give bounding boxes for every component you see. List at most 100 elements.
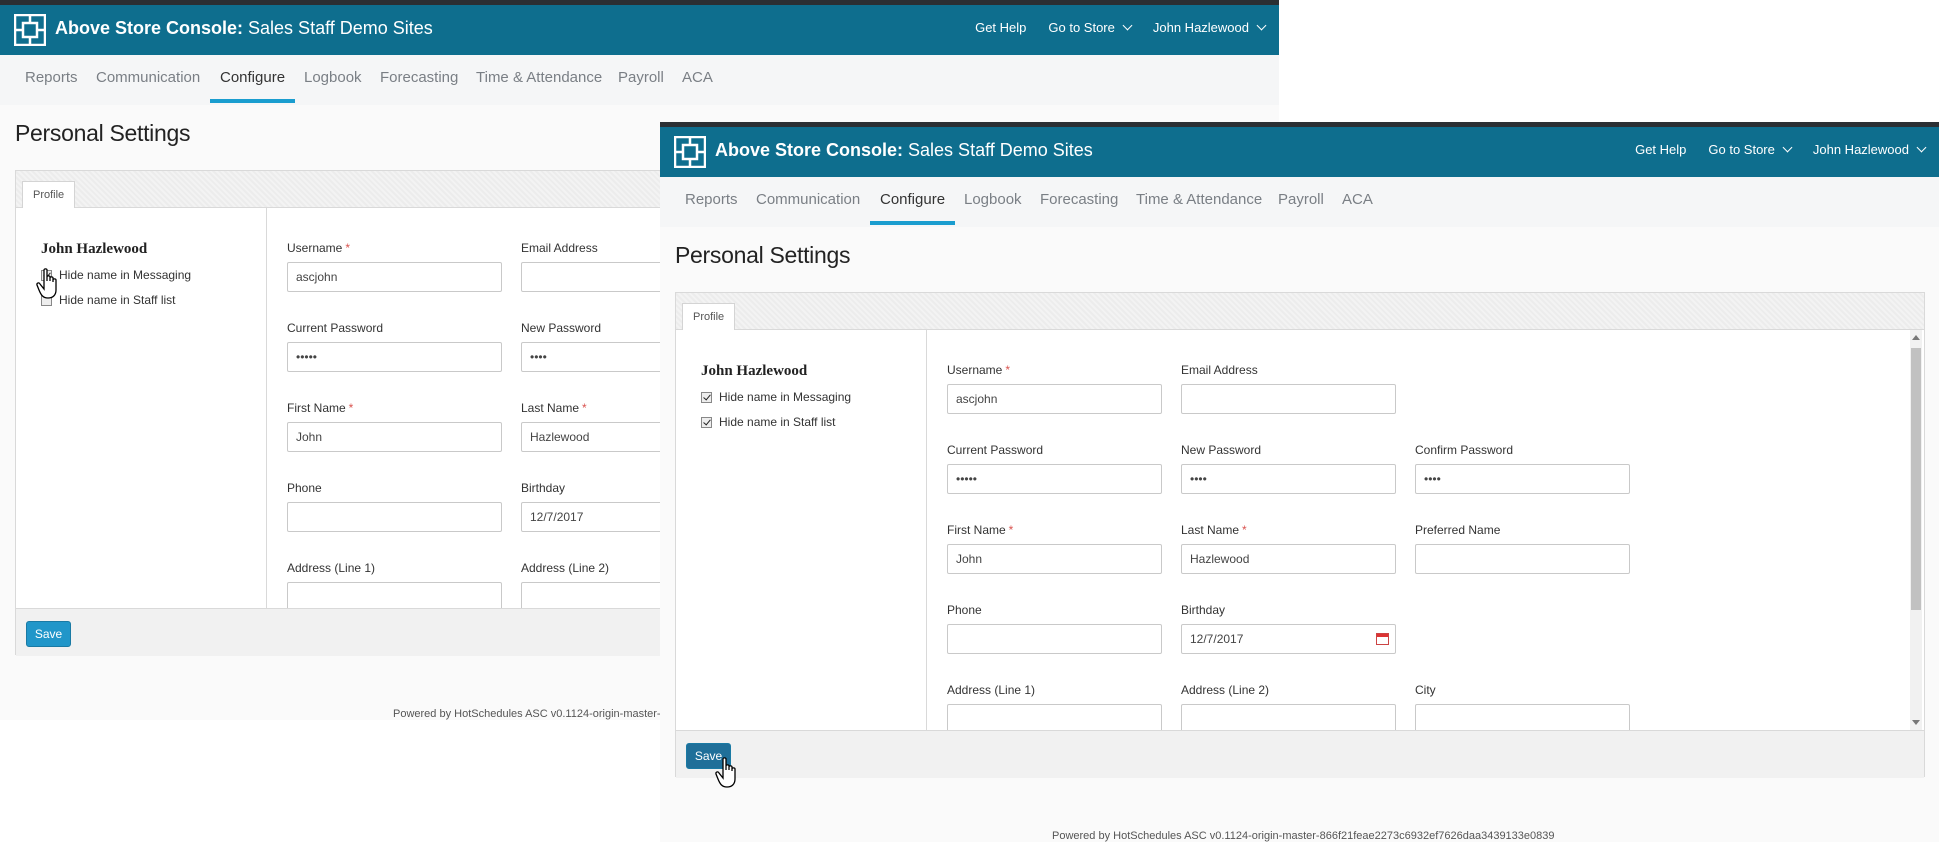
app-logo-icon <box>14 14 46 46</box>
page-title: Personal Settings <box>675 242 851 268</box>
hide-staff-checkbox[interactable] <box>701 416 712 428</box>
tab-reports[interactable]: Reports <box>15 69 88 103</box>
last-name-field: Last Name * Hazlewood <box>1181 523 1396 574</box>
tab-logbook[interactable]: Logbook <box>294 69 372 103</box>
tab-logbook[interactable]: Logbook <box>954 191 1032 225</box>
tab-payroll[interactable]: Payroll <box>1268 191 1334 225</box>
address2-label: Address (Line 2) <box>1181 683 1270 697</box>
birthday-input[interactable]: 12/7/2017 <box>1181 624 1396 654</box>
foreground-window: Above Store Console: Sales Staff Demo Si… <box>660 122 1939 842</box>
phone-input[interactable] <box>947 624 1162 654</box>
current-password-field: Current Password ••••• <box>287 321 502 372</box>
calendar-icon[interactable] <box>1376 633 1389 645</box>
user-name: John Hazlewood <box>701 363 808 379</box>
tab-configure[interactable]: Configure <box>210 69 296 103</box>
username-input[interactable]: ascjohn <box>287 262 502 292</box>
tab-communication[interactable]: Communication <box>86 69 210 103</box>
tab-forecasting[interactable]: Forecasting <box>370 69 468 103</box>
city-input[interactable] <box>1415 704 1630 730</box>
scroll-thumb[interactable] <box>1911 348 1921 610</box>
powered-by-text: Powered by HotSchedules ASC v0.1124-orig… <box>393 708 667 720</box>
birthday-value: 12/7/2017 <box>530 510 584 524</box>
hand-cursor-icon <box>715 757 736 788</box>
go-to-store-menu[interactable]: Go to Store <box>1708 142 1793 157</box>
top-bar: Above Store Console: Sales Staff Demo Si… <box>660 122 1939 177</box>
tab-communication[interactable]: Communication <box>746 191 870 225</box>
first-name-input[interactable]: John <box>947 544 1162 574</box>
chevron-down-icon <box>1256 20 1267 31</box>
hide-messaging-row[interactable]: Hide name in Messaging <box>41 268 191 282</box>
first-name-field: First Name * John <box>947 523 1162 574</box>
tab-aca[interactable]: ACA <box>672 69 723 103</box>
tab-configure[interactable]: Configure <box>870 191 956 225</box>
go-to-store-label: Go to Store <box>1048 20 1115 35</box>
panel-header: Profile <box>676 293 1924 330</box>
last-name-label: Last Name * <box>1181 523 1247 537</box>
preferred-name-label: Preferred Name <box>1415 523 1501 537</box>
tab-aca[interactable]: ACA <box>1332 191 1383 225</box>
tab-forecasting[interactable]: Forecasting <box>1030 191 1128 225</box>
email-input[interactable] <box>1181 384 1396 414</box>
hide-messaging-label: Hide name in Messaging <box>719 390 852 404</box>
app-title: Above Store Console: Sales Staff Demo Si… <box>715 140 1093 161</box>
user-menu[interactable]: John Hazlewood <box>1813 142 1927 157</box>
phone-label: Phone <box>947 603 982 617</box>
first-name-input[interactable]: John <box>287 422 502 452</box>
user-menu-label: John Hazlewood <box>1152 20 1249 35</box>
save-button[interactable]: Save <box>26 621 71 647</box>
confirm-password-input[interactable]: •••• <box>1415 464 1630 494</box>
last-name-input[interactable]: Hazlewood <box>1181 544 1396 574</box>
tab-payroll[interactable]: Payroll <box>608 69 674 103</box>
hide-messaging-row[interactable]: Hide name in Messaging <box>701 390 851 404</box>
phone-input[interactable] <box>287 502 502 532</box>
scroll-up-arrow-icon[interactable] <box>1912 335 1920 340</box>
hide-messaging-checkbox[interactable] <box>701 391 712 403</box>
tab-time-attendance[interactable]: Time & Attendance <box>466 69 612 103</box>
form-scrollbar[interactable] <box>1910 330 1922 730</box>
tab-profile[interactable]: Profile <box>22 181 76 208</box>
tab-reports[interactable]: Reports <box>675 191 748 225</box>
birthday-value: 12/7/2017 <box>1190 632 1244 646</box>
username-input[interactable]: ascjohn <box>947 384 1162 414</box>
user-name: John Hazlewood <box>41 241 148 257</box>
hide-staff-row[interactable]: Hide name in Staff list <box>701 415 836 429</box>
app-title-rest: Sales Staff Demo Sites <box>243 18 433 38</box>
tab-profile[interactable]: Profile <box>682 303 736 330</box>
preferred-name-field: Preferred Name <box>1415 523 1630 574</box>
app-title: Above Store Console: Sales Staff Demo Si… <box>55 18 433 39</box>
address2-input[interactable] <box>1181 704 1396 730</box>
app-title-bold: Above Store Console: <box>715 140 904 160</box>
address1-input[interactable] <box>287 582 502 608</box>
user-menu[interactable]: John Hazlewood <box>1152 20 1267 35</box>
get-help-link[interactable]: Get Help <box>975 20 1026 35</box>
top-links: Get Help Go to Store John Hazlewood <box>975 20 1267 35</box>
confirm-password-label: Confirm Password <box>1415 443 1514 457</box>
birthday-label: Birthday <box>1181 603 1226 617</box>
address2-field: Address (Line 2) <box>1181 683 1396 730</box>
main-nav: Reports Communication Configure Logbook … <box>660 177 1939 227</box>
page-title: Personal Settings <box>15 120 191 146</box>
current-password-input[interactable]: ••••• <box>947 464 1162 494</box>
scroll-down-arrow-icon[interactable] <box>1912 720 1920 725</box>
new-password-input[interactable]: •••• <box>1181 464 1396 494</box>
go-to-store-menu[interactable]: Go to Store <box>1048 20 1133 35</box>
city-field: City <box>1415 683 1630 730</box>
new-password-label: New Password <box>1181 443 1262 457</box>
get-help-link[interactable]: Get Help <box>1635 142 1686 157</box>
current-password-input[interactable]: ••••• <box>287 342 502 372</box>
username-label: Username * <box>287 241 351 255</box>
first-name-field: First Name * John <box>287 401 502 452</box>
tab-time-attendance[interactable]: Time & Attendance <box>1126 191 1272 225</box>
current-password-label: Current Password <box>287 321 384 335</box>
address1-input[interactable] <box>947 704 1162 730</box>
new-password-field: New Password •••• <box>1181 443 1396 494</box>
settings-panel: Profile John Hazlewood Hide name in Mess… <box>675 292 1925 778</box>
chevron-down-icon <box>1122 20 1133 31</box>
city-label: City <box>1415 683 1436 697</box>
app-title-bold: Above Store Console: <box>55 18 244 38</box>
app-logo-icon <box>674 136 706 168</box>
phone-label: Phone <box>287 481 322 495</box>
username-field: Username * ascjohn <box>287 241 502 292</box>
username-label: Username * <box>947 363 1011 377</box>
preferred-name-input[interactable] <box>1415 544 1630 574</box>
